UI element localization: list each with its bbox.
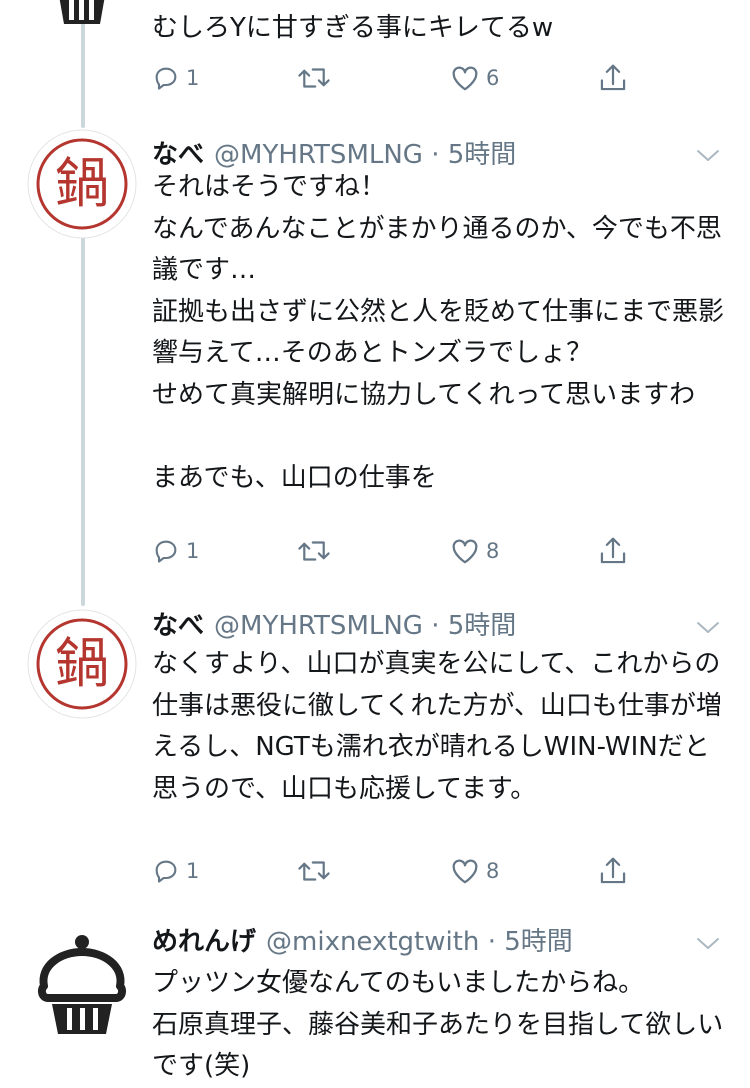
chevron-down-icon[interactable] (695, 933, 721, 953)
reply-button[interactable]: 1 (152, 853, 199, 889)
separator: · (431, 611, 440, 641)
retweet-button[interactable] (297, 60, 331, 96)
like-button[interactable]: 6 (450, 60, 499, 96)
timestamp[interactable]: 5時間 (504, 927, 573, 957)
retweet-button[interactable] (297, 533, 331, 569)
reply-count: 1 (186, 859, 200, 883)
tweet-header: なべ @MYHRTSMLNG · 5時間 (152, 608, 516, 644)
share-button[interactable] (598, 60, 628, 96)
handle[interactable]: @MYHRTSMLNG (214, 140, 423, 170)
share-icon (600, 64, 626, 91)
thread-line (81, 236, 85, 606)
reply-button[interactable]: 1 (152, 60, 199, 96)
display-name[interactable]: めれんげ (152, 927, 256, 957)
tweet-actions: 1 6 (152, 60, 642, 96)
separator: · (431, 140, 440, 170)
separator: · (487, 927, 496, 957)
handle[interactable]: @mixnextgtwith (266, 927, 479, 957)
tweet-actions: 1 8 (152, 533, 642, 569)
avatar-glyph: 鍋 (55, 152, 109, 215)
tweet-header: めれんげ @mixnextgtwith · 5時間 (152, 924, 573, 960)
like-button[interactable]: 8 (450, 853, 499, 889)
display-name[interactable]: なべ (152, 140, 204, 170)
chevron-down-icon[interactable] (695, 617, 721, 637)
share-icon (600, 537, 626, 564)
timestamp[interactable]: 5時間 (448, 611, 517, 641)
retweet-icon (298, 861, 330, 881)
share-button[interactable] (598, 533, 628, 569)
avatar-glyph: 鍋 (55, 632, 109, 695)
like-count: 8 (486, 859, 500, 883)
reply-count: 1 (186, 539, 200, 563)
reply-button[interactable]: 1 (152, 533, 199, 569)
tweet-text: プッツン女優なんてのもいましたからね。 石原真理子、藤谷美和子あたりを目指して欲… (152, 968, 724, 1081)
retweet-icon (298, 541, 330, 561)
reply-count: 1 (186, 66, 200, 90)
like-count: 8 (486, 539, 500, 563)
reply-icon (155, 67, 177, 90)
like-count: 6 (486, 66, 500, 90)
handle[interactable]: @MYHRTSMLNG (214, 611, 423, 641)
timestamp[interactable]: 5時間 (448, 140, 517, 170)
share-button[interactable] (598, 853, 628, 889)
like-button[interactable]: 8 (450, 533, 499, 569)
heart-icon (452, 539, 478, 564)
nabe-stamp-icon[interactable]: 鍋 (26, 608, 138, 720)
reply-icon (155, 860, 177, 883)
retweet-button[interactable] (297, 853, 331, 889)
display-name[interactable]: なべ (152, 611, 204, 641)
heart-icon (452, 859, 478, 884)
reply-icon (155, 540, 177, 563)
cupcake-icon[interactable] (26, 928, 138, 1040)
heart-icon (452, 66, 478, 91)
cupcake-icon[interactable] (26, 0, 138, 40)
tweet-text: なくすより、山口が真実を公にして、これからの仕事は悪役に徹してくれた方が、山口も… (152, 649, 722, 804)
retweet-icon (298, 68, 330, 88)
share-icon (600, 857, 626, 884)
tweet-text: むしろYに甘すぎる事にキレてるw (152, 13, 554, 43)
tweet-text: それはそうですね！ なんであんなことがまかり通るのか、今でも不思議です… 証拠も… (152, 172, 725, 493)
nabe-stamp-icon[interactable]: 鍋 (26, 128, 138, 240)
chevron-down-icon[interactable] (695, 145, 721, 165)
tweet-actions: 1 8 (152, 853, 642, 889)
